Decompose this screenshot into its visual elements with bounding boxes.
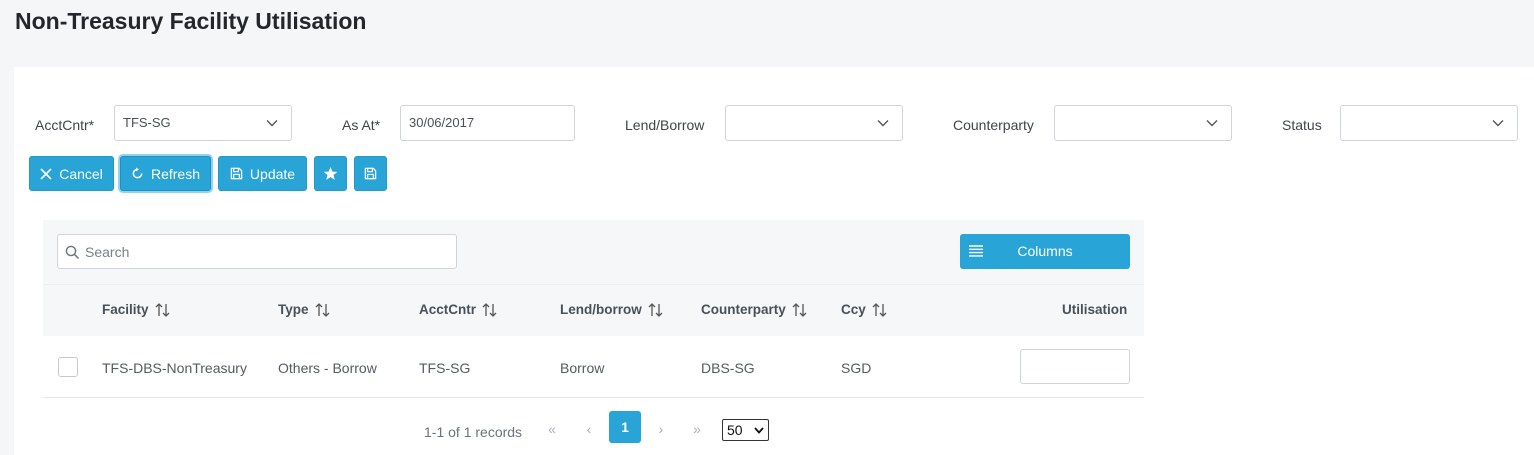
utilisation-input[interactable]	[1020, 349, 1130, 384]
sort-icon	[315, 302, 329, 317]
sort-icon	[648, 302, 663, 317]
save-button[interactable]	[354, 156, 387, 191]
acctcntr-value: TFS-SG	[123, 115, 171, 130]
counterparty-label: Counterparty	[953, 117, 1034, 133]
as-at-value: 30/06/2017	[409, 115, 475, 130]
column-header-acctcntr[interactable]: AcctCntr	[419, 302, 497, 317]
floppy-icon	[230, 167, 243, 180]
last-page-button[interactable]: »	[687, 419, 707, 439]
grid-header-row: Facility Type AcctCntr Lend/borrow Count…	[43, 284, 1144, 336]
chevron-down-icon	[266, 120, 278, 127]
columns-button-label: Columns	[1017, 243, 1073, 259]
acctcntr-label: AcctCntr*	[35, 117, 95, 133]
column-header-label: Ccy	[841, 302, 866, 317]
as-at-label: As At*	[342, 117, 381, 133]
table-row[interactable]: TFS-DBS-NonTreasury Others - Borrow TFS-…	[43, 336, 1144, 398]
chevron-down-icon	[1206, 120, 1218, 127]
sort-icon	[792, 302, 807, 317]
lend-borrow-select[interactable]	[725, 105, 903, 141]
main-card: AcctCntr* TFS-SG As At* 30/06/2017 Lend/…	[14, 67, 1534, 455]
column-header-label: Type	[278, 302, 309, 317]
grid-toolbar: Columns	[43, 220, 1144, 284]
cell-facility: TFS-DBS-NonTreasury	[102, 360, 247, 376]
cell-ccy: SGD	[841, 360, 872, 376]
close-icon	[40, 167, 52, 180]
lend-borrow-label: Lend/Borrow	[625, 117, 705, 133]
cell-type: Others - Borrow	[278, 360, 377, 376]
search-input[interactable]	[85, 236, 445, 267]
first-page-button[interactable]: «	[542, 419, 562, 439]
page-size-value: 50	[727, 422, 743, 438]
cell-counterparty: DBS-SG	[701, 360, 755, 376]
column-header-counterparty[interactable]: Counterparty	[701, 302, 807, 317]
star-icon	[323, 166, 338, 180]
counterparty-select[interactable]	[1054, 105, 1232, 141]
search-icon	[65, 245, 80, 260]
column-header-lend-borrow[interactable]: Lend/borrow	[560, 302, 663, 317]
row-checkbox[interactable]	[58, 357, 78, 377]
column-header-label: Utilisation	[1062, 302, 1128, 317]
facility-grid: Columns Facility Type AcctCntr Lend/borr…	[43, 220, 1144, 398]
search-box[interactable]	[57, 234, 457, 269]
prev-page-button[interactable]: ‹	[579, 419, 599, 439]
column-header-facility[interactable]: Facility	[102, 302, 170, 317]
floppy-icon	[364, 167, 377, 180]
sort-icon	[482, 302, 497, 317]
update-button[interactable]: Update	[218, 156, 307, 191]
column-header-label: Lend/borrow	[560, 302, 642, 317]
refresh-icon	[132, 167, 143, 179]
records-count: 1-1 of 1 records	[424, 424, 523, 440]
update-button-label: Update	[249, 165, 296, 182]
column-header-utilisation[interactable]: Utilisation	[1062, 302, 1127, 317]
acctcntr-select[interactable]: TFS-SG	[114, 105, 292, 141]
page-button-current[interactable]: 1	[609, 411, 641, 443]
chevron-down-icon	[754, 427, 764, 434]
next-page-button[interactable]: ›	[651, 419, 671, 439]
chevron-down-icon	[1492, 120, 1504, 127]
cancel-button[interactable]: Cancel	[29, 156, 114, 191]
status-select[interactable]	[1340, 105, 1518, 141]
cell-lend-borrow: Borrow	[560, 360, 605, 376]
cell-acctcntr: TFS-SG	[419, 360, 471, 376]
status-label: Status	[1282, 117, 1322, 133]
favorite-button[interactable]	[314, 156, 347, 191]
as-at-date-field[interactable]: 30/06/2017	[400, 105, 575, 141]
column-header-label: AcctCntr	[419, 302, 477, 317]
sort-icon	[872, 302, 887, 317]
page-title: Non-Treasury Facility Utilisation	[15, 8, 367, 34]
column-header-ccy[interactable]: Ccy	[841, 302, 887, 317]
page-size-select[interactable]: 50	[722, 419, 769, 441]
cancel-button-label: Cancel	[59, 165, 103, 182]
sort-icon	[155, 302, 169, 317]
refresh-button-label: Refresh	[150, 165, 201, 182]
column-header-label: Facility	[102, 302, 149, 317]
column-header-label: Counterparty	[701, 302, 786, 317]
column-header-type[interactable]: Type	[278, 302, 330, 317]
refresh-button[interactable]: Refresh	[120, 156, 211, 191]
chevron-down-icon	[877, 120, 889, 127]
columns-button[interactable]: Columns	[960, 234, 1130, 269]
